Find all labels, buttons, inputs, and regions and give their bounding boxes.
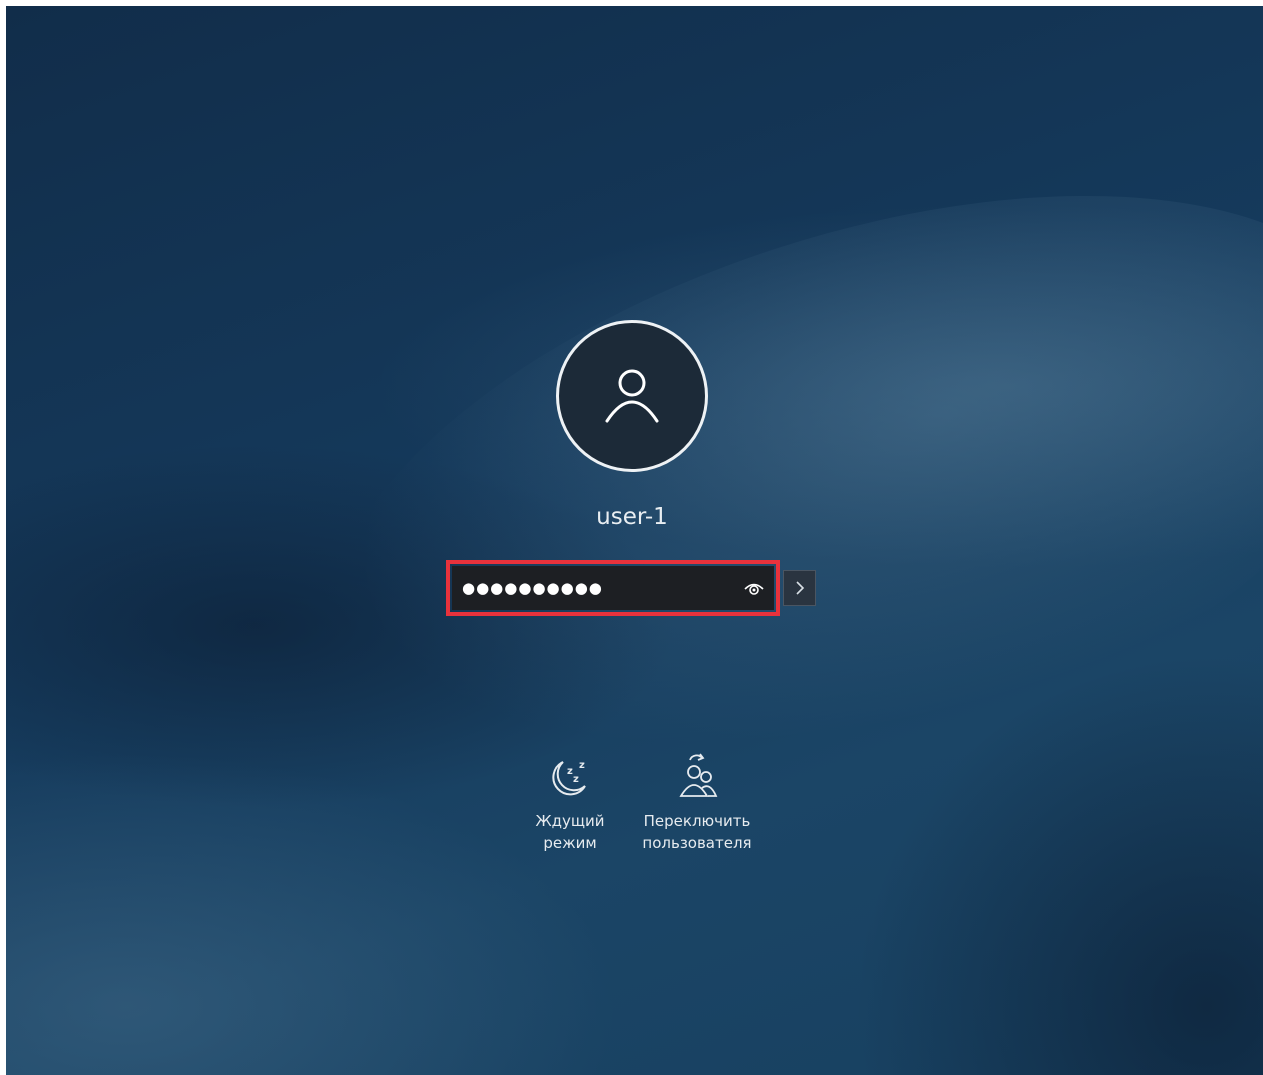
switch-user-label-line2: пользователя bbox=[642, 834, 752, 852]
username-label: user-1 bbox=[596, 504, 668, 530]
svg-text:z: z bbox=[579, 760, 585, 771]
submit-button[interactable] bbox=[783, 570, 816, 606]
sleep-moon-icon: z z z bbox=[552, 760, 586, 796]
chevron-right-icon bbox=[795, 581, 804, 595]
sleep-label-line1: Ждущий bbox=[535, 812, 605, 830]
user-avatar bbox=[556, 320, 708, 472]
password-input[interactable]: ●●●●●●●●●● bbox=[452, 566, 774, 610]
eye-icon[interactable] bbox=[744, 579, 764, 597]
user-icon bbox=[605, 369, 659, 423]
switch-user-icon bbox=[679, 753, 718, 797]
switch-user-label-line1: Переключить bbox=[643, 812, 751, 830]
switch-user-button[interactable]: Переключить пользователя bbox=[630, 752, 764, 854]
password-masked-value: ●●●●●●●●●● bbox=[462, 579, 603, 597]
svg-text:z: z bbox=[573, 774, 579, 785]
sleep-label-line2: режим bbox=[543, 834, 597, 852]
sleep-button[interactable]: z z z Ждущий режим bbox=[520, 752, 620, 854]
lock-screen bbox=[6, 6, 1263, 1075]
